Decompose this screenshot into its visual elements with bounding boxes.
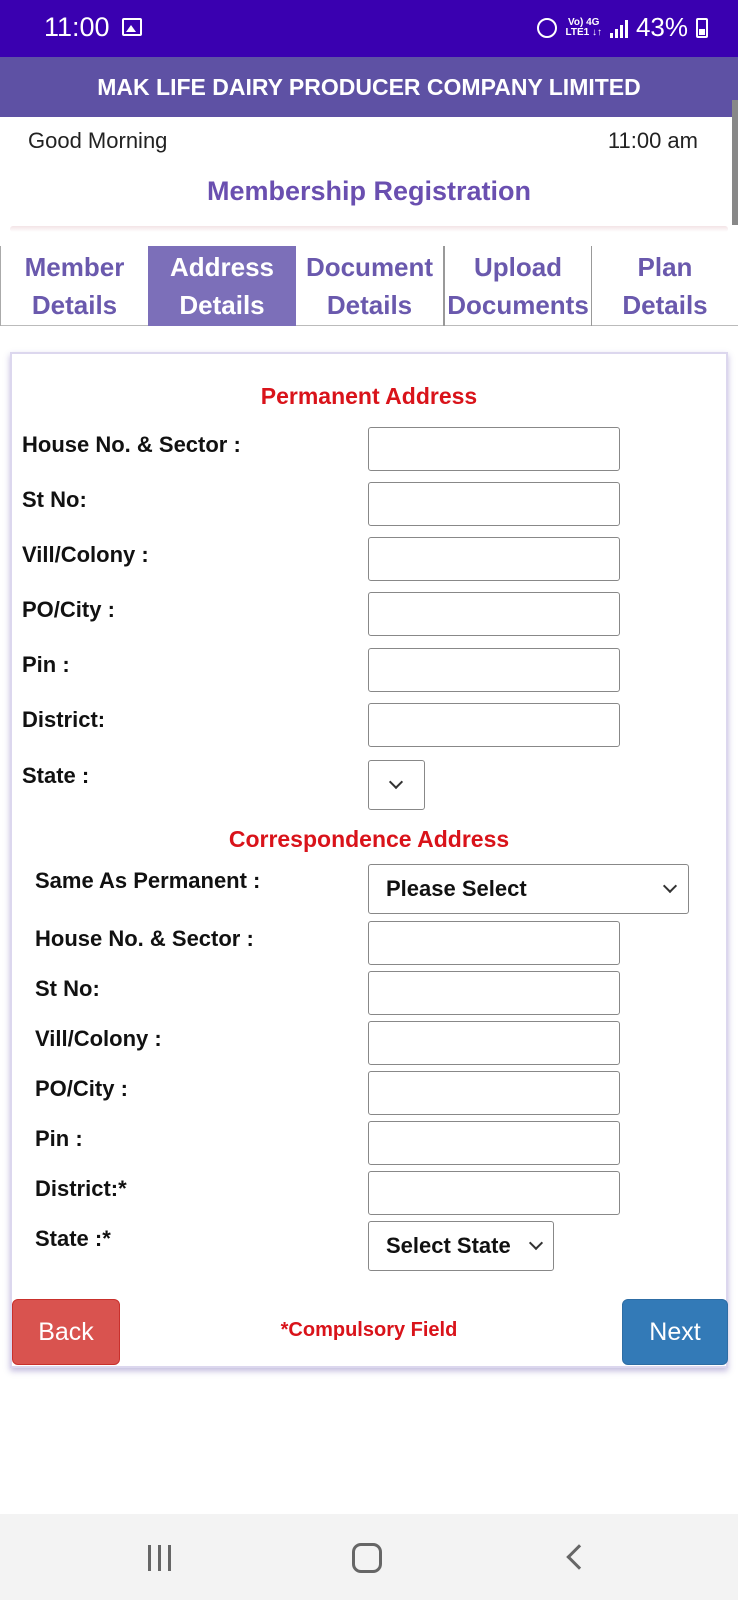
corr-po-label: PO/City :	[35, 1076, 128, 1101]
corr-st-input[interactable]	[368, 971, 620, 1015]
gallery-icon	[122, 18, 142, 36]
same-as-permanent-value: Please Select	[386, 876, 527, 901]
correspondence-address-title: Correspondence Address	[228, 826, 510, 852]
clock-text: 11:00 am	[607, 128, 698, 153]
tab-label: Details	[179, 290, 265, 320]
tab-document-details[interactable]: Document Details	[296, 246, 444, 326]
perm-state-label: State :	[22, 763, 90, 788]
perm-state-select[interactable]	[368, 760, 425, 810]
corr-district-label: District:*	[35, 1176, 127, 1201]
corr-state-select[interactable]: Select State	[368, 1221, 554, 1271]
corr-state-value: Select State	[386, 1233, 511, 1258]
corr-st-label: St No:	[35, 976, 100, 1001]
perm-vill-input[interactable]	[368, 537, 620, 581]
permanent-address-title: Permanent Address	[260, 383, 478, 409]
perm-district-label: District:	[22, 707, 106, 732]
status-time: 11:00	[44, 12, 110, 42]
perm-pin-input[interactable]	[368, 648, 620, 692]
recent-apps-icon[interactable]	[148, 1545, 171, 1571]
perm-pin-label: Pin :	[22, 652, 70, 677]
perm-po-label: PO/City :	[22, 597, 115, 622]
corr-pin-input[interactable]	[368, 1121, 620, 1165]
network-bottom: LTE1 ↓↑	[565, 26, 602, 38]
same-as-permanent-label: Same As Permanent :	[35, 868, 261, 893]
tab-label: Details	[326, 290, 413, 320]
tab-plan-details[interactable]: Plan Details	[592, 246, 738, 326]
perm-st-input[interactable]	[368, 482, 620, 526]
alarm-icon	[537, 17, 558, 38]
home-icon[interactable]	[352, 1543, 382, 1573]
title-divider	[10, 226, 728, 232]
corr-po-input[interactable]	[368, 1071, 620, 1115]
corr-house-input[interactable]	[368, 921, 620, 965]
tab-address-details[interactable]: Address Details	[148, 246, 296, 326]
perm-house-label: House No. & Sector :	[22, 432, 241, 457]
perm-st-label: St No:	[22, 487, 87, 512]
tab-upload-documents[interactable]: Upload Documents	[444, 246, 592, 326]
page-title: Membership Registration	[206, 176, 532, 206]
tab-bar: Member Details Address Details Document …	[0, 246, 738, 326]
tab-label: Plan	[637, 252, 693, 282]
tab-member-details[interactable]: Member Details	[0, 246, 148, 326]
company-name: MAK LIFE DAIRY PRODUCER COMPANY LIMITED	[97, 74, 641, 100]
perm-po-input[interactable]	[368, 592, 620, 636]
corr-district-input[interactable]	[368, 1171, 620, 1215]
tab-label: Member	[24, 252, 125, 282]
greeting-text: Good Morning	[28, 128, 168, 153]
battery-percent: 43%	[635, 12, 688, 42]
tab-label: Details	[622, 290, 708, 320]
status-bar: 11:00 Vo) 4G LTE1 ↓↑ 43%	[0, 0, 738, 57]
tab-label: Documents	[447, 290, 589, 320]
same-as-permanent-select[interactable]: Please Select	[368, 864, 689, 914]
corr-vill-input[interactable]	[368, 1021, 620, 1065]
next-button[interactable]: Next	[622, 1299, 728, 1365]
tab-label: Address	[169, 252, 275, 282]
battery-icon	[696, 17, 708, 38]
tab-label: Details	[31, 290, 118, 320]
corr-vill-label: Vill/Colony :	[35, 1026, 162, 1051]
tab-label: Upload	[473, 252, 563, 282]
corr-state-label: State :*	[35, 1226, 111, 1251]
signal-icon	[609, 18, 628, 38]
chevron-down-icon	[662, 878, 678, 894]
perm-vill-label: Vill/Colony :	[22, 542, 149, 567]
perm-house-input[interactable]	[368, 427, 620, 471]
corr-house-label: House No. & Sector :	[35, 926, 254, 951]
screen: 11:00 Vo) 4G LTE1 ↓↑ 43% MAK LIFE DAIRY …	[0, 0, 738, 1600]
chevron-down-icon	[528, 1235, 544, 1251]
app-header: MAK LIFE DAIRY PRODUCER COMPANY LIMITED	[0, 57, 738, 117]
corr-pin-label: Pin :	[35, 1126, 83, 1151]
back-nav-icon[interactable]	[566, 1544, 592, 1570]
perm-district-input[interactable]	[368, 703, 620, 747]
system-nav-bar	[0, 1514, 738, 1600]
chevron-down-icon	[388, 774, 404, 790]
network-indicator: Vo) 4G LTE1 ↓↑	[565, 17, 602, 38]
status-right: Vo) 4G LTE1 ↓↑ 43%	[537, 12, 708, 43]
tab-label: Document	[305, 252, 434, 282]
